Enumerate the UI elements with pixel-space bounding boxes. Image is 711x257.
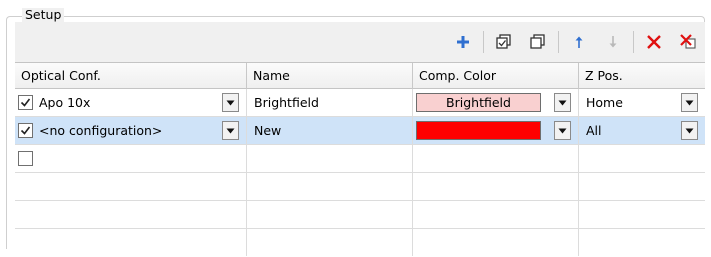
empty-row (15, 229, 705, 257)
add-button[interactable] (451, 30, 475, 54)
column-header-z-pos[interactable]: Z Pos. (579, 63, 705, 89)
z-pos-cell[interactable]: All (579, 117, 705, 144)
copy-icon (530, 34, 545, 49)
name-cell[interactable] (247, 145, 413, 172)
empty-row (15, 201, 705, 229)
column-header-optical-conf[interactable]: Optical Conf. (15, 63, 247, 89)
copy-button[interactable] (526, 30, 550, 54)
comp-color-swatch[interactable] (416, 121, 541, 140)
z-pos-cell[interactable] (579, 145, 705, 172)
optical-conf-cell[interactable]: Apo 10x (15, 89, 247, 116)
comp-color-cell[interactable] (413, 145, 579, 172)
toolbar-separator (558, 31, 559, 53)
checkmark-icon (20, 126, 31, 135)
setup-table: Optical Conf. Name Comp. Color Z Pos. Ap… (15, 62, 705, 256)
chevron-down-icon (685, 100, 694, 105)
z-pos-dropdown[interactable] (681, 121, 698, 140)
comp-color-dropdown[interactable] (554, 121, 571, 140)
add-icon (457, 36, 469, 48)
chevron-down-icon (226, 100, 235, 105)
move-up-button[interactable] (567, 30, 591, 54)
duplicate-icon (496, 34, 511, 49)
z-pos-value: Home (586, 95, 623, 110)
table-row[interactable] (15, 145, 705, 173)
z-pos-dropdown[interactable] (681, 93, 698, 112)
chevron-down-icon (226, 128, 235, 133)
delete-button[interactable] (642, 30, 666, 54)
optical-conf-value: Apo 10x (39, 95, 91, 110)
move-up-icon (575, 36, 583, 48)
delete-all-button[interactable] (676, 30, 700, 54)
row-checkbox[interactable] (18, 95, 33, 110)
checkmark-icon (20, 98, 31, 107)
chevron-down-icon (558, 100, 567, 105)
optical-conf-dropdown[interactable] (222, 121, 239, 140)
optical-conf-dropdown[interactable] (222, 93, 239, 112)
empty-row (15, 173, 705, 201)
name-value: Brightfield (254, 95, 319, 110)
delete-icon (647, 35, 661, 49)
chevron-down-icon (558, 128, 567, 133)
move-down-button[interactable] (601, 30, 625, 54)
z-pos-cell[interactable]: Home (579, 89, 705, 116)
delete-all-icon (680, 34, 696, 49)
name-value: New (254, 123, 282, 138)
row-checkbox[interactable] (18, 151, 33, 166)
comp-color-cell[interactable] (413, 117, 579, 144)
z-pos-value: All (586, 123, 602, 138)
table-row[interactable]: <no configuration> New All (15, 117, 705, 145)
column-header-comp-color[interactable]: Comp. Color (413, 63, 579, 89)
name-cell[interactable]: Brightfield (247, 89, 413, 116)
optical-conf-cell[interactable]: <no configuration> (15, 117, 247, 144)
toolbar (446, 27, 705, 57)
toolbar-separator (633, 31, 634, 53)
name-cell[interactable]: New (247, 117, 413, 144)
chevron-down-icon (685, 128, 694, 133)
comp-color-dropdown[interactable] (554, 93, 571, 112)
comp-color-swatch[interactable]: Brightfield (416, 93, 541, 112)
column-header-name[interactable]: Name (247, 63, 413, 89)
move-down-icon (609, 36, 617, 48)
comp-color-cell[interactable]: Brightfield (413, 89, 579, 116)
table-header: Optical Conf. Name Comp. Color Z Pos. (15, 62, 705, 89)
duplicate-button[interactable] (492, 30, 516, 54)
optical-conf-cell[interactable] (15, 145, 247, 172)
row-checkbox[interactable] (18, 123, 33, 138)
toolbar-separator (483, 31, 484, 53)
optical-conf-value: <no configuration> (39, 123, 163, 138)
table-row[interactable]: Apo 10x Brightfield Brightfield Home (15, 89, 705, 117)
group-title: Setup (22, 8, 65, 22)
